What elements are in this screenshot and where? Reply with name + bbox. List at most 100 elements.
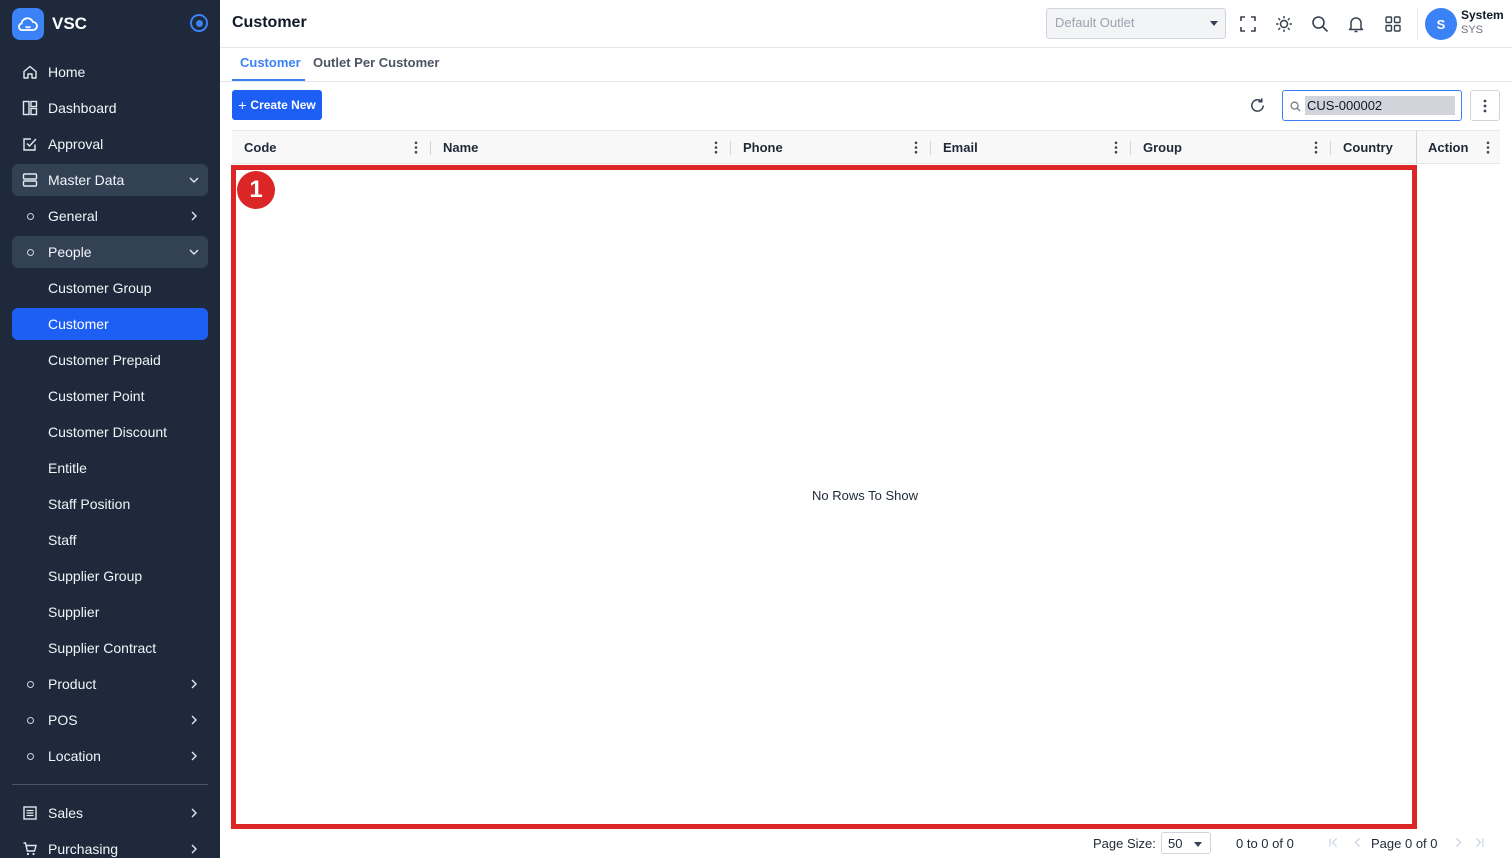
sidebar-item-purchasing[interactable]: Purchasing (12, 833, 208, 858)
grid-header: Code Name Phone Email Group Country Acti… (232, 130, 1500, 164)
chevron-down-icon (180, 246, 208, 258)
sidebar-item-staff-position[interactable]: Staff Position (12, 488, 208, 520)
sales-icon (12, 805, 48, 821)
sidebar-divider (12, 784, 208, 785)
highlight-box (231, 165, 1417, 829)
chevron-right-icon (180, 678, 208, 690)
column-header-email[interactable]: Email (931, 131, 1130, 164)
column-menu-icon[interactable] (414, 141, 418, 157)
caret-down-icon (1210, 21, 1218, 26)
chevron-right-icon (180, 843, 208, 855)
more-options-button[interactable] (1470, 90, 1500, 121)
apps-grid-icon[interactable] (1382, 13, 1404, 35)
column-header-group[interactable]: Group (1131, 131, 1330, 164)
search-input[interactable] (1305, 96, 1455, 115)
page-size-label: Page Size: (1093, 836, 1156, 851)
user-code: SYS (1461, 24, 1484, 36)
circle-icon (12, 248, 48, 256)
cloud-logo-icon (12, 8, 44, 40)
caret-down-icon (1194, 842, 1202, 847)
tab-bar: Customer Outlet Per Customer (220, 48, 1512, 82)
refresh-icon[interactable] (1246, 94, 1268, 116)
circle-icon (12, 680, 48, 688)
circle-icon (12, 212, 48, 220)
column-header-phone[interactable]: Phone (731, 131, 930, 164)
search-icon (1290, 99, 1301, 117)
action-column-body (1416, 165, 1500, 827)
column-menu-icon[interactable] (714, 141, 718, 157)
circle-icon (12, 716, 48, 724)
cart-icon (12, 841, 48, 857)
server-icon (12, 172, 48, 188)
chevron-right-icon (180, 714, 208, 726)
sidebar-item-supplier[interactable]: Supplier (12, 596, 208, 628)
sidebar-item-pos[interactable]: POS (12, 704, 208, 736)
column-menu-icon[interactable] (1486, 141, 1490, 157)
row-range-text: 0 to 0 of 0 (1236, 836, 1294, 851)
create-new-button[interactable]: + Create New (232, 90, 322, 120)
active-tab-indicator (232, 79, 305, 81)
pagination-bar: Page Size: 50 0 to 0 of 0 Page 0 of 0 (220, 829, 1512, 858)
tab-customer[interactable]: Customer (240, 55, 301, 70)
sidebar-item-customer[interactable]: Customer (12, 308, 208, 340)
last-page-icon[interactable] (1474, 836, 1485, 851)
sidebar-item-general[interactable]: General (12, 200, 208, 232)
brand[interactable]: VSC (12, 7, 87, 41)
previous-page-icon[interactable] (1352, 836, 1363, 851)
search-icon[interactable] (1309, 13, 1331, 35)
column-menu-icon[interactable] (1314, 141, 1318, 157)
page-title: Customer (232, 14, 307, 31)
sidebar-item-customer-prepaid[interactable]: Customer Prepaid (12, 344, 208, 376)
home-icon (12, 64, 48, 80)
first-page-icon[interactable] (1328, 836, 1339, 851)
sidebar-toggle-icon[interactable] (190, 14, 208, 32)
outlet-select[interactable]: Default Outlet (1046, 8, 1226, 39)
sidebar-item-staff[interactable]: Staff (12, 524, 208, 556)
avatar[interactable]: S (1425, 8, 1457, 40)
bell-icon[interactable] (1345, 13, 1367, 35)
page-indicator: Page 0 of 0 (1371, 836, 1438, 851)
circle-icon (12, 752, 48, 760)
column-header-code[interactable]: Code (232, 131, 430, 164)
top-header: Customer Default Outlet S System SYS (220, 0, 1512, 48)
chevron-right-icon (180, 807, 208, 819)
sidebar-item-home[interactable]: Home (12, 56, 208, 88)
chevron-right-icon (180, 210, 208, 222)
sidebar-item-master-data[interactable]: Master Data (12, 164, 208, 196)
column-menu-icon[interactable] (1114, 141, 1118, 157)
sidebar-item-customer-discount[interactable]: Customer Discount (12, 416, 208, 448)
column-menu-icon[interactable] (914, 141, 918, 157)
column-header-country[interactable]: Country (1331, 131, 1416, 164)
sidebar-item-customer-point[interactable]: Customer Point (12, 380, 208, 412)
chevron-down-icon (180, 174, 208, 186)
user-name: System (1461, 8, 1504, 22)
chevron-right-icon (180, 750, 208, 762)
next-page-icon[interactable] (1453, 836, 1464, 851)
annotation-badge: 1 (237, 171, 275, 209)
sidebar-item-product[interactable]: Product (12, 668, 208, 700)
search-field[interactable] (1282, 90, 1462, 121)
sidebar-item-customer-group[interactable]: Customer Group (12, 272, 208, 304)
column-header-action[interactable]: Action (1416, 131, 1500, 164)
sidebar-item-approval[interactable]: Approval (12, 128, 208, 160)
kebab-icon (1483, 99, 1487, 112)
tab-outlet-per-customer[interactable]: Outlet Per Customer (313, 55, 439, 70)
sidebar-item-supplier-contract[interactable]: Supplier Contract (12, 632, 208, 664)
sidebar-item-people[interactable]: People (12, 236, 208, 268)
sidebar-item-sales[interactable]: Sales (12, 797, 208, 829)
page-size-select[interactable]: 50 (1161, 832, 1211, 854)
sidebar-item-supplier-group[interactable]: Supplier Group (12, 560, 208, 592)
action-header-cell: Action (1417, 131, 1500, 164)
outlet-placeholder: Default Outlet (1055, 15, 1135, 30)
app-name: VSC (52, 14, 87, 33)
dashboard-icon (12, 100, 48, 116)
sidebar-item-entitle[interactable]: Entitle (12, 452, 208, 484)
plus-icon: + (238, 97, 247, 113)
column-header-name[interactable]: Name (431, 131, 730, 164)
sidebar-item-location[interactable]: Location (12, 740, 208, 772)
header-divider (1417, 8, 1418, 40)
sidebar-item-dashboard[interactable]: Dashboard (12, 92, 208, 124)
sidebar: VSC Home Dashboard Approval Master Data … (0, 0, 220, 858)
fullscreen-icon[interactable] (1237, 13, 1259, 35)
theme-sun-icon[interactable] (1273, 13, 1295, 35)
